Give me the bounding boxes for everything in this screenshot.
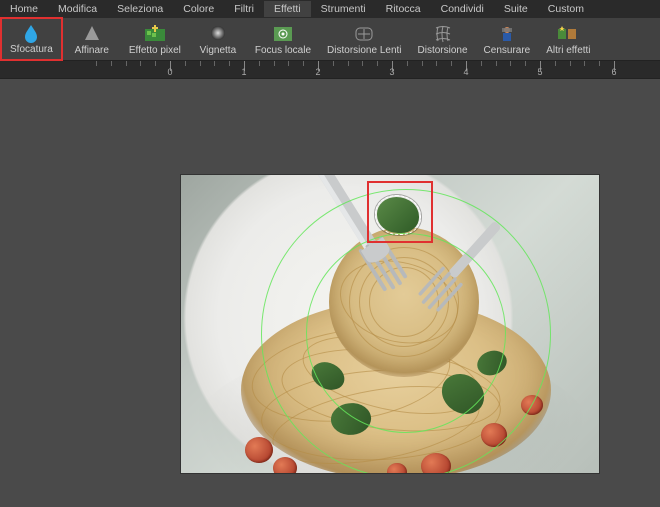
selection-marquee xyxy=(375,195,421,235)
ruler-number: 0 xyxy=(167,67,172,77)
vignette-dot-icon xyxy=(208,22,228,44)
tool-altri-effetti[interactable]: Altri effetti xyxy=(538,18,598,60)
tool-label: Vignetta xyxy=(200,45,237,56)
ruler-number: 4 xyxy=(463,67,468,77)
tool-label: Distorsione Lenti xyxy=(327,45,401,56)
ruler-number: 3 xyxy=(389,67,394,77)
other-effects-icon xyxy=(556,22,580,44)
tool-distorsione[interactable]: Distorsione xyxy=(410,18,476,60)
horizontal-ruler: 0 1 2 3 4 5 6 xyxy=(0,61,660,79)
ruler-number: 6 xyxy=(611,67,616,77)
tool-label: Censurare xyxy=(484,45,531,56)
menu-colore[interactable]: Colore xyxy=(173,1,224,17)
censor-person-icon xyxy=(497,22,517,44)
tool-effetto-pixel[interactable]: Effetto pixel xyxy=(121,18,189,60)
blur-drop-icon xyxy=(21,22,41,43)
lens-distortion-icon xyxy=(353,22,375,44)
ruler-number: 2 xyxy=(315,67,320,77)
tool-censurare[interactable]: Censurare xyxy=(476,18,539,60)
ruler-number: 5 xyxy=(537,67,542,77)
menu-ritocca[interactable]: Ritocca xyxy=(376,1,431,17)
menu-custom[interactable]: Custom xyxy=(538,1,594,17)
ruler-number: 1 xyxy=(241,67,246,77)
selected-leaf-region[interactable] xyxy=(373,193,423,237)
tool-label: Sfocatura xyxy=(10,44,53,55)
tool-label: Effetto pixel xyxy=(129,45,181,56)
tool-sfocatura[interactable]: Sfocatura xyxy=(0,17,63,61)
tool-distorsione-lenti[interactable]: Distorsione Lenti xyxy=(319,18,409,60)
menu-modifica[interactable]: Modifica xyxy=(48,1,107,17)
menu-seleziona[interactable]: Seleziona xyxy=(107,1,173,17)
tool-label: Affinare xyxy=(75,45,109,56)
tool-vignetta[interactable]: Vignetta xyxy=(189,18,247,60)
tool-label: Focus locale xyxy=(255,45,311,56)
menu-condividi[interactable]: Condividi xyxy=(431,1,494,17)
tool-focus-locale[interactable]: Focus locale xyxy=(247,18,319,60)
sharpen-triangle-icon xyxy=(82,22,102,44)
menu-suite[interactable]: Suite xyxy=(494,1,538,17)
menu-effetti[interactable]: Effetti xyxy=(264,1,311,17)
tool-label: Distorsione xyxy=(418,45,468,56)
canvas-area[interactable] xyxy=(0,79,660,507)
pixel-effect-icon xyxy=(144,22,166,44)
menubar: Home Modifica Seleziona Colore Filtri Ef… xyxy=(0,0,660,18)
menu-home[interactable]: Home xyxy=(0,1,48,17)
menu-strumenti[interactable]: Strumenti xyxy=(311,1,376,17)
effects-toolbar: Sfocatura Affinare Effetto pixel Vignett… xyxy=(0,18,660,61)
image-canvas[interactable] xyxy=(180,174,600,474)
menu-filtri[interactable]: Filtri xyxy=(224,1,264,17)
tool-label: Altri effetti xyxy=(546,45,590,56)
tool-affinare[interactable]: Affinare xyxy=(63,18,121,60)
focus-local-icon xyxy=(272,22,294,44)
distortion-grid-icon xyxy=(432,22,454,44)
